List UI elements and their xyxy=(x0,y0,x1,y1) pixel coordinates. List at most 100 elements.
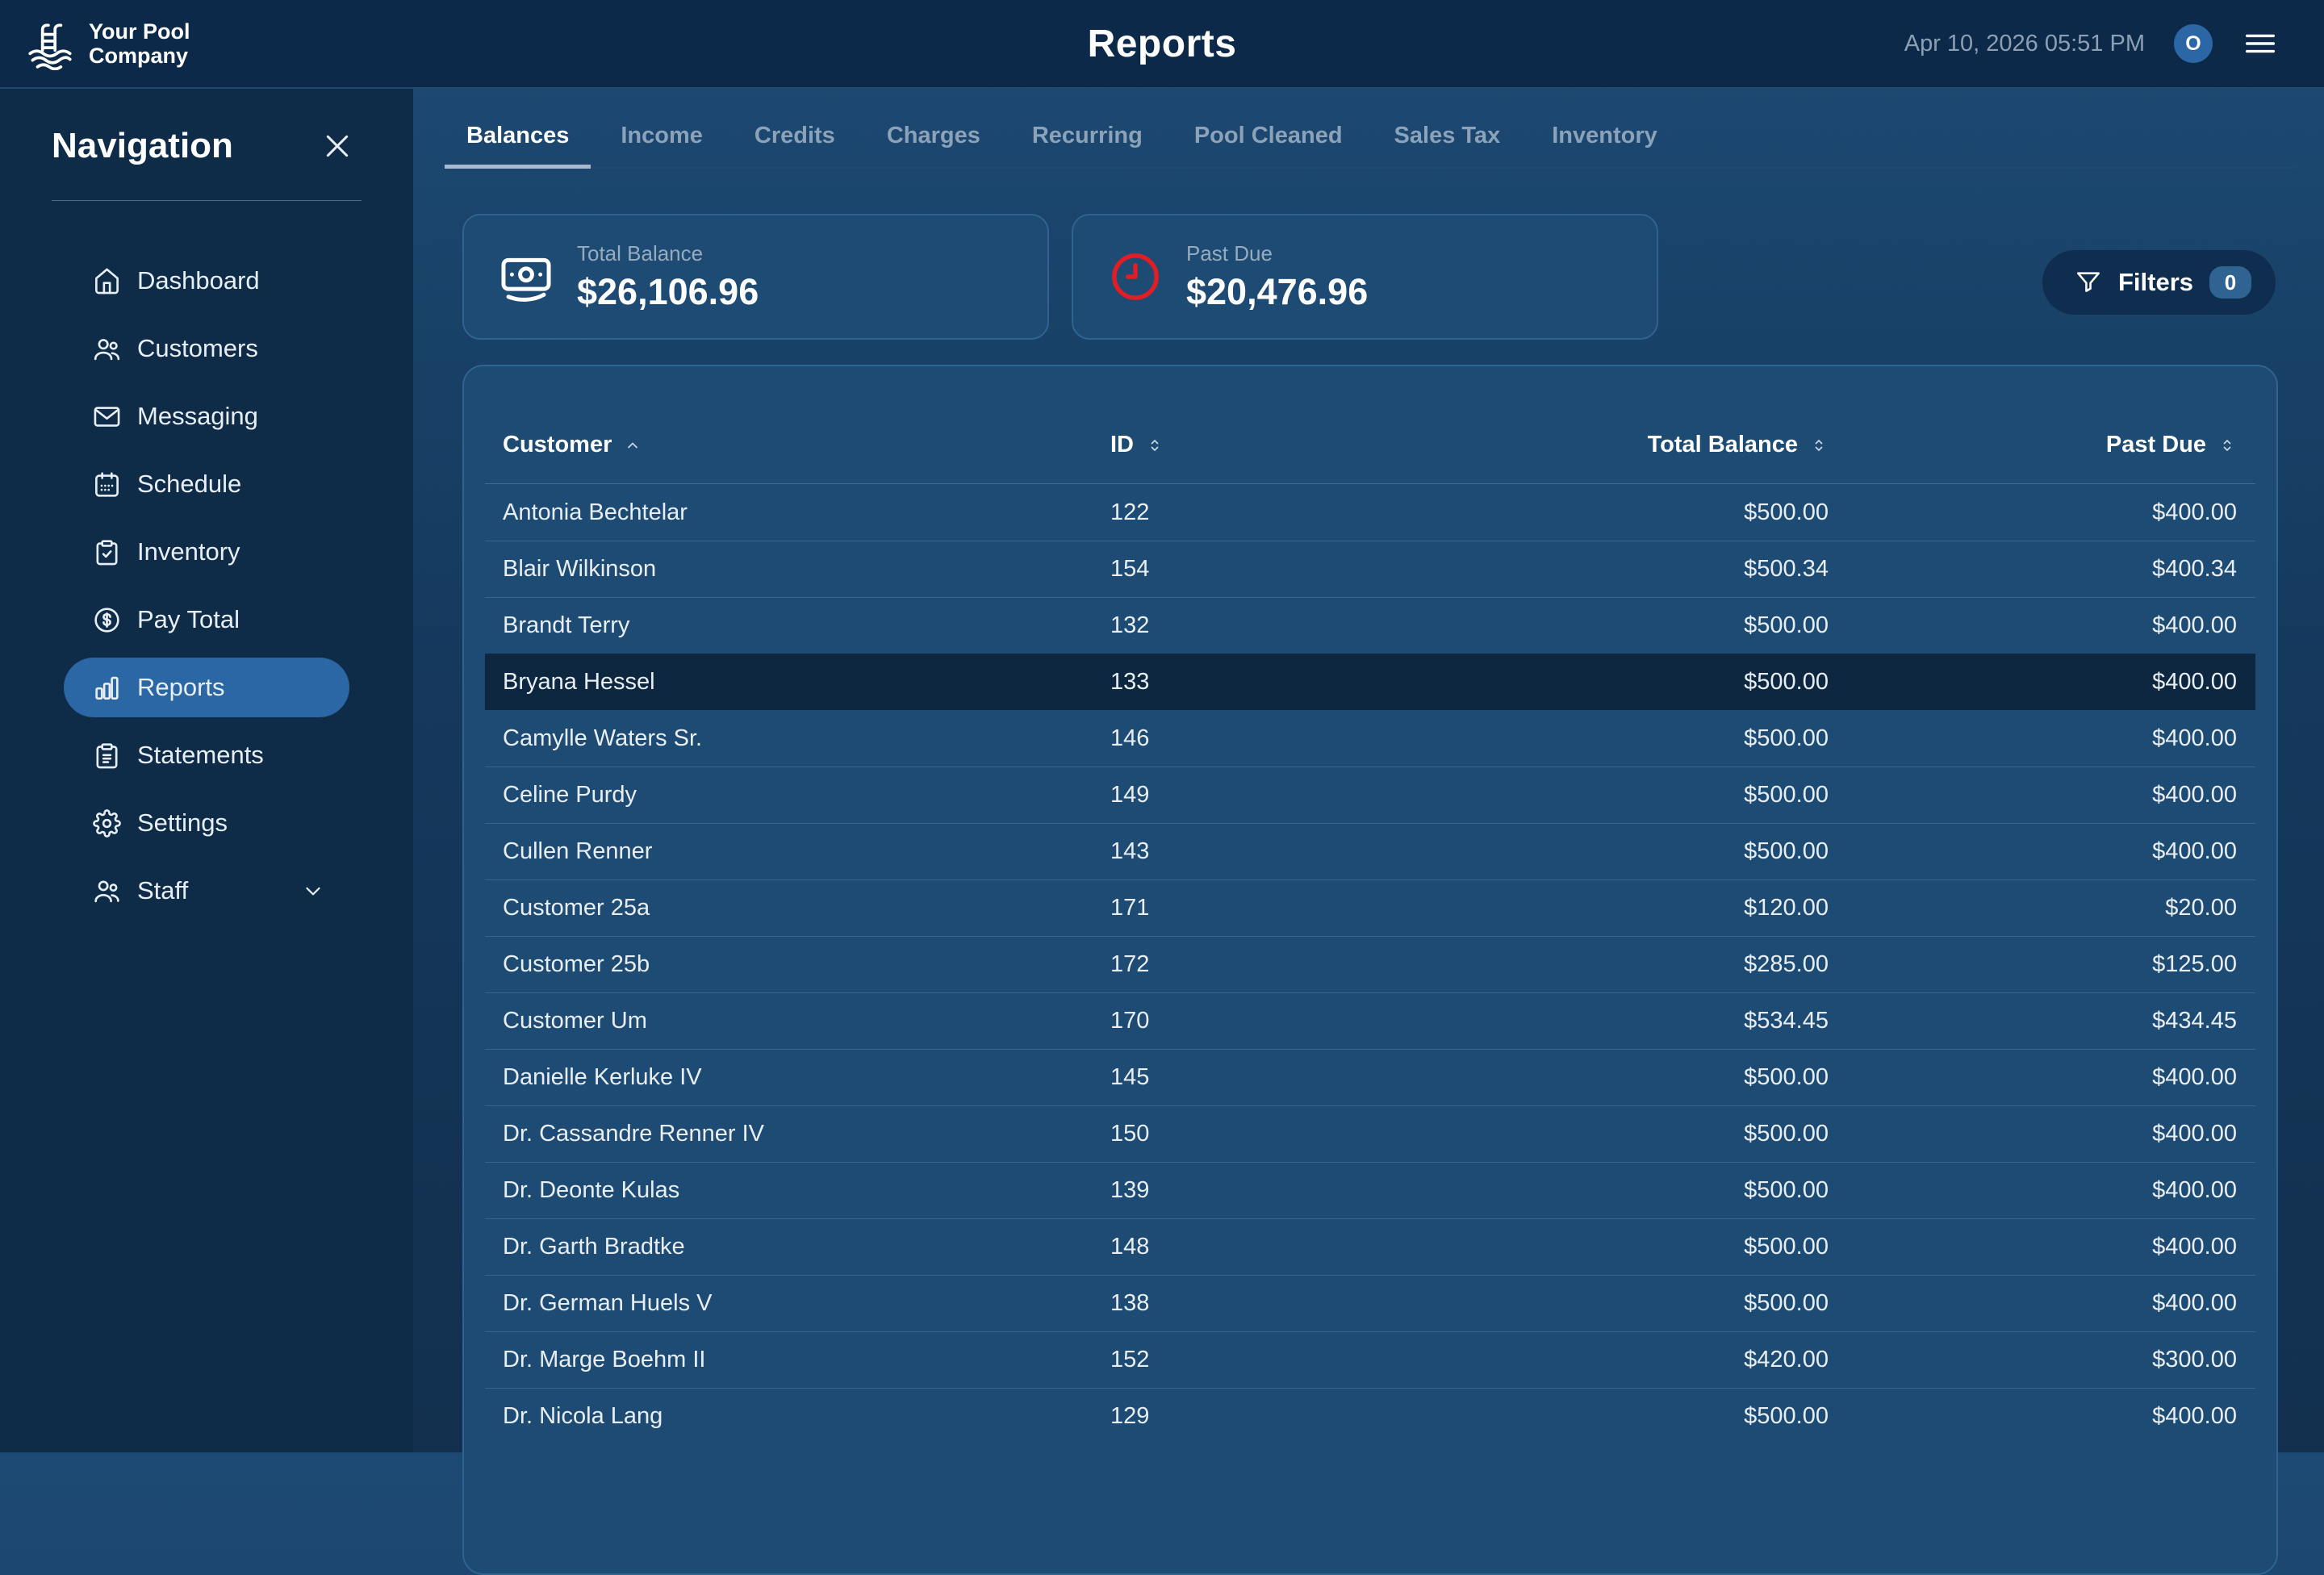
sidebar-divider xyxy=(52,200,362,201)
total-balance-card: Total Balance $26,106.96 xyxy=(462,214,1049,340)
sidebar-item-staff[interactable]: Staff xyxy=(64,861,349,921)
sidebar: Navigation Dashboard Customers Messaging Sc… xyxy=(0,89,413,1452)
sidebar-nav: Dashboard Customers Messaging Schedule Inven… xyxy=(0,251,413,921)
sort-asc-icon xyxy=(623,436,642,455)
cell-id: 146 xyxy=(1110,725,1382,752)
sidebar-item-dashboard[interactable]: Dashboard xyxy=(64,251,349,311)
menu-icon[interactable] xyxy=(2242,25,2279,62)
tab-income[interactable]: Income xyxy=(599,118,725,169)
cell-total-balance: $500.00 xyxy=(1382,1403,1829,1430)
sidebar-item-label: Settings xyxy=(137,808,228,838)
sidebar-title: Navigation xyxy=(52,126,233,166)
brand-name: Your Pool Company xyxy=(89,19,190,68)
cell-past-due: $400.00 xyxy=(1829,1064,2237,1091)
sort-icon xyxy=(2217,436,2237,455)
sidebar-item-reports[interactable]: Reports xyxy=(64,658,349,717)
cell-total-balance: $534.45 xyxy=(1382,1008,1829,1034)
table-row[interactable]: Dr. Garth Bradtke148$500.00$400.00 xyxy=(485,1218,2255,1275)
clipboard-list-icon xyxy=(93,742,121,770)
table-row[interactable]: Dr. Marge Boehm II152$420.00$300.00 xyxy=(485,1331,2255,1388)
tab-inventory[interactable]: Inventory xyxy=(1530,118,1679,169)
sidebar-item-settings[interactable]: Settings xyxy=(64,793,349,853)
cell-total-balance: $500.00 xyxy=(1382,725,1829,752)
cell-total-balance: $500.00 xyxy=(1382,1290,1829,1317)
cell-past-due: $400.00 xyxy=(1829,669,2237,696)
column-header-past-due[interactable]: Past Due xyxy=(1829,432,2237,458)
cell-total-balance: $500.00 xyxy=(1382,1177,1829,1204)
users-2-icon xyxy=(93,877,121,905)
cell-name: Customer Um xyxy=(503,1008,1110,1034)
cell-id: 150 xyxy=(1110,1121,1382,1147)
user-avatar[interactable]: O xyxy=(2174,24,2213,63)
sidebar-item-customers[interactable]: Customers xyxy=(64,319,349,378)
cell-name: Customer 25b xyxy=(503,951,1110,978)
cell-total-balance: $500.34 xyxy=(1382,556,1829,583)
sidebar-item-schedule[interactable]: Schedule xyxy=(64,454,349,514)
cell-total-balance: $500.00 xyxy=(1382,782,1829,808)
table-row[interactable]: Dr. Cassandre Renner IV150$500.00$400.00 xyxy=(485,1105,2255,1162)
table-row[interactable]: Blair Wilkinson154$500.34$400.34 xyxy=(485,541,2255,597)
tab-sales-tax[interactable]: Sales Tax xyxy=(1373,118,1523,169)
main-content: BalancesIncomeCreditsChargesRecurringPoo… xyxy=(413,89,2324,1452)
table-row[interactable]: Dr. German Huels V138$500.00$400.00 xyxy=(485,1275,2255,1331)
sidebar-item-inventory[interactable]: Inventory xyxy=(64,522,349,582)
cell-id: 171 xyxy=(1110,895,1382,921)
sidebar-item-pay-total[interactable]: Pay Total xyxy=(64,590,349,650)
sidebar-item-label: Dashboard xyxy=(137,266,260,295)
cell-total-balance: $285.00 xyxy=(1382,951,1829,978)
sidebar-item-label: Statements xyxy=(137,741,264,770)
cell-id: 145 xyxy=(1110,1064,1382,1091)
mail-icon xyxy=(93,403,121,431)
table-row[interactable]: Customer 25b172$285.00$125.00 xyxy=(485,936,2255,992)
table-row[interactable]: Customer Um170$534.45$434.45 xyxy=(485,992,2255,1049)
cell-past-due: $400.00 xyxy=(1829,1177,2237,1204)
tabs: BalancesIncomeCreditsChargesRecurringPoo… xyxy=(445,118,2295,169)
cell-past-due: $434.45 xyxy=(1829,1008,2237,1034)
bar-chart-icon xyxy=(93,674,121,702)
column-header-customer[interactable]: Customer xyxy=(503,432,1110,458)
tab-credits[interactable]: Credits xyxy=(733,118,857,169)
cell-id: 172 xyxy=(1110,951,1382,978)
cell-total-balance: $500.00 xyxy=(1382,1234,1829,1260)
filters-label: Filters xyxy=(2118,268,2193,297)
sort-icon xyxy=(1145,436,1164,455)
tab-recurring[interactable]: Recurring xyxy=(1010,118,1164,169)
table-row[interactable]: Customer 25a171$120.00$20.00 xyxy=(485,879,2255,936)
table-row[interactable]: Cullen Renner143$500.00$400.00 xyxy=(485,823,2255,879)
cell-past-due: $20.00 xyxy=(1829,895,2237,921)
cell-name: Cullen Renner xyxy=(503,838,1110,865)
cell-past-due: $400.00 xyxy=(1829,1403,2237,1430)
tab-pool-cleaned[interactable]: Pool Cleaned xyxy=(1172,118,1365,169)
past-due-card: Past Due $20,476.96 xyxy=(1072,214,1658,340)
cell-name: Dr. German Huels V xyxy=(503,1290,1110,1317)
cell-total-balance: $500.00 xyxy=(1382,838,1829,865)
table-row[interactable]: Bryana Hessel133$500.00$400.00 xyxy=(485,654,2255,710)
cell-id: 138 xyxy=(1110,1290,1382,1317)
gear-icon xyxy=(93,809,121,838)
table-row[interactable]: Dr. Deonte Kulas139$500.00$400.00 xyxy=(485,1162,2255,1218)
close-icon[interactable] xyxy=(321,130,353,162)
table-row[interactable]: Celine Purdy149$500.00$400.00 xyxy=(485,767,2255,823)
sidebar-item-label: Reports xyxy=(137,673,225,702)
sidebar-item-statements[interactable]: Statements xyxy=(64,725,349,785)
column-header-total-balance[interactable]: Total Balance xyxy=(1382,432,1829,458)
cell-name: Dr. Cassandre Renner IV xyxy=(503,1121,1110,1147)
table-row[interactable]: Dr. Nicola Lang129$500.00$400.00 xyxy=(485,1388,2255,1444)
table-row[interactable]: Brandt Terry132$500.00$400.00 xyxy=(485,597,2255,654)
stat-label: Total Balance xyxy=(577,241,759,266)
table-row[interactable]: Antonia Bechtelar122$500.00$400.00 xyxy=(485,484,2255,541)
column-header-id[interactable]: ID xyxy=(1110,432,1382,458)
table-row[interactable]: Camylle Waters Sr.146$500.00$400.00 xyxy=(485,710,2255,767)
dollar-circle-icon xyxy=(93,606,121,634)
tab-charges[interactable]: Charges xyxy=(865,118,1002,169)
sidebar-item-messaging[interactable]: Messaging xyxy=(64,386,349,446)
filters-button[interactable]: Filters 0 xyxy=(2042,250,2276,315)
cell-total-balance: $500.00 xyxy=(1382,1064,1829,1091)
current-datetime: Apr 10, 2026 05:51 PM xyxy=(1904,31,2145,57)
cell-name: Celine Purdy xyxy=(503,782,1110,808)
tab-balances[interactable]: Balances xyxy=(445,118,591,169)
table-row[interactable]: Danielle Kerluke IV145$500.00$400.00 xyxy=(485,1049,2255,1105)
cell-name: Dr. Garth Bradtke xyxy=(503,1234,1110,1260)
home-icon xyxy=(93,267,121,295)
cell-total-balance: $420.00 xyxy=(1382,1347,1829,1373)
